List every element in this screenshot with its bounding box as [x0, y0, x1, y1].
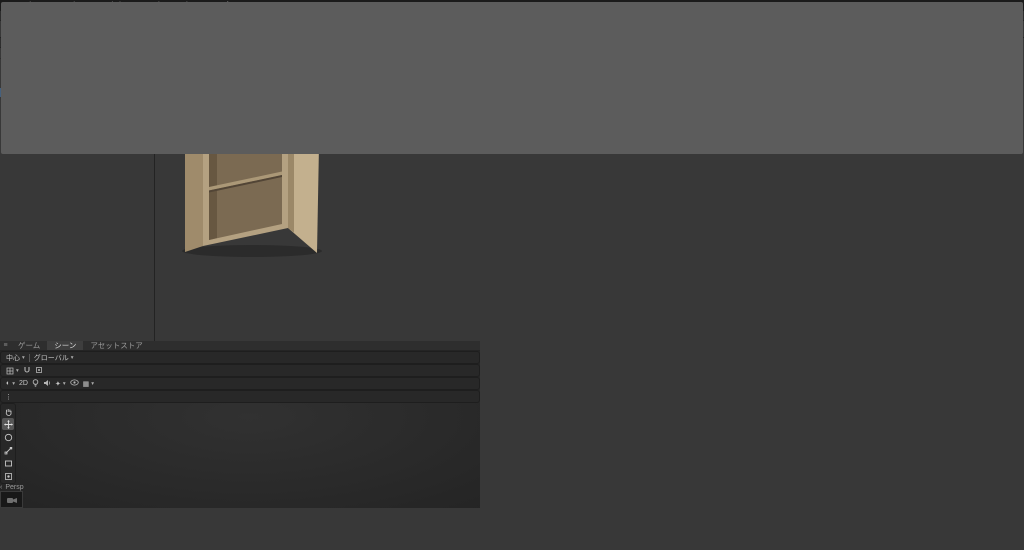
hand-icon: [5, 408, 11, 416]
2d-toggle[interactable]: 2D: [19, 380, 28, 387]
move-tool-button[interactable]: [2, 418, 14, 430]
grid-snap-overlay: ▾: [0, 364, 480, 377]
eye-icon: [69, 379, 79, 386]
rect-tool-button[interactable]: [2, 457, 14, 469]
scale-icon: [4, 446, 12, 454]
pane-menu-icon[interactable]: ≡: [0, 341, 11, 350]
projection-label[interactable]: ‹ Persp: [0, 484, 480, 491]
scene-viewport[interactable]: 中心 ▾ グローバル ▾ ▾ ◐ ▾ 2D ✦ ▾ ▦ ▾ ⋮ ‹ Persp: [0, 10, 1007, 508]
speaker-icon: [43, 379, 50, 386]
scene-overlay-menu: ⋮: [0, 390, 480, 403]
tool-settings-overlay: 中心 ▾ グローバル ▾: [0, 351, 480, 364]
shading-mode-dropdown[interactable]: ◐ ▾: [6, 380, 15, 387]
grid-icon: [6, 367, 14, 374]
camera-preview[interactable]: [0, 491, 23, 508]
lighting-toggle[interactable]: [32, 378, 39, 389]
scrollbar-thumb[interactable]: [1, 2, 1023, 154]
rotate-tool-button[interactable]: [2, 431, 14, 443]
increment-snap-button[interactable]: [35, 366, 43, 376]
unity-editor-window: Booth Item - SampleScene - Windows, Mac,…: [0, 0, 1024, 550]
transform-icon: [4, 472, 12, 480]
snap-button[interactable]: [23, 366, 31, 376]
scene-panel: ≡ ゲーム シーン アセットストア 中心 ▾ グローバル ▾ ▾ ◐ ▾ 2D …: [0, 10, 1007, 550]
tab-asset-store[interactable]: アセットストア: [83, 341, 150, 350]
magnet-icon: [24, 366, 30, 373]
rotate-icon: [4, 433, 12, 441]
pivot-dropdown[interactable]: 中心 ▾: [6, 353, 25, 363]
snap-move-icon: [35, 366, 42, 373]
overlay-kebab-icon[interactable]: ⋮: [5, 393, 12, 401]
audio-toggle[interactable]: [43, 379, 51, 389]
tab-scene[interactable]: シーン: [47, 341, 84, 350]
transform-tool-button[interactable]: [2, 470, 14, 482]
scale-tool-button[interactable]: [2, 444, 14, 456]
scene-tabbar: ≡ ゲーム シーン アセットストア: [0, 341, 480, 351]
move-icon: [3, 419, 13, 429]
tools-overlay: [0, 403, 16, 484]
orientation-dropdown[interactable]: グローバル ▾: [34, 353, 74, 363]
hidden-objects-toggle[interactable]: [69, 379, 79, 388]
view-tool-button[interactable]: [2, 405, 14, 417]
camera-icon: [6, 497, 17, 503]
grid-visibility-button[interactable]: ▾: [6, 367, 19, 375]
gizmos-dropdown[interactable]: ▦ ▾: [83, 380, 94, 388]
rect-icon: [4, 460, 12, 466]
effects-dropdown[interactable]: ✦ ▾: [55, 380, 66, 388]
view-options-overlay: ◐ ▾ 2D ✦ ▾ ▦ ▾: [0, 377, 480, 390]
tab-game[interactable]: ゲーム: [11, 341, 48, 350]
light-bulb-icon: [32, 378, 39, 387]
